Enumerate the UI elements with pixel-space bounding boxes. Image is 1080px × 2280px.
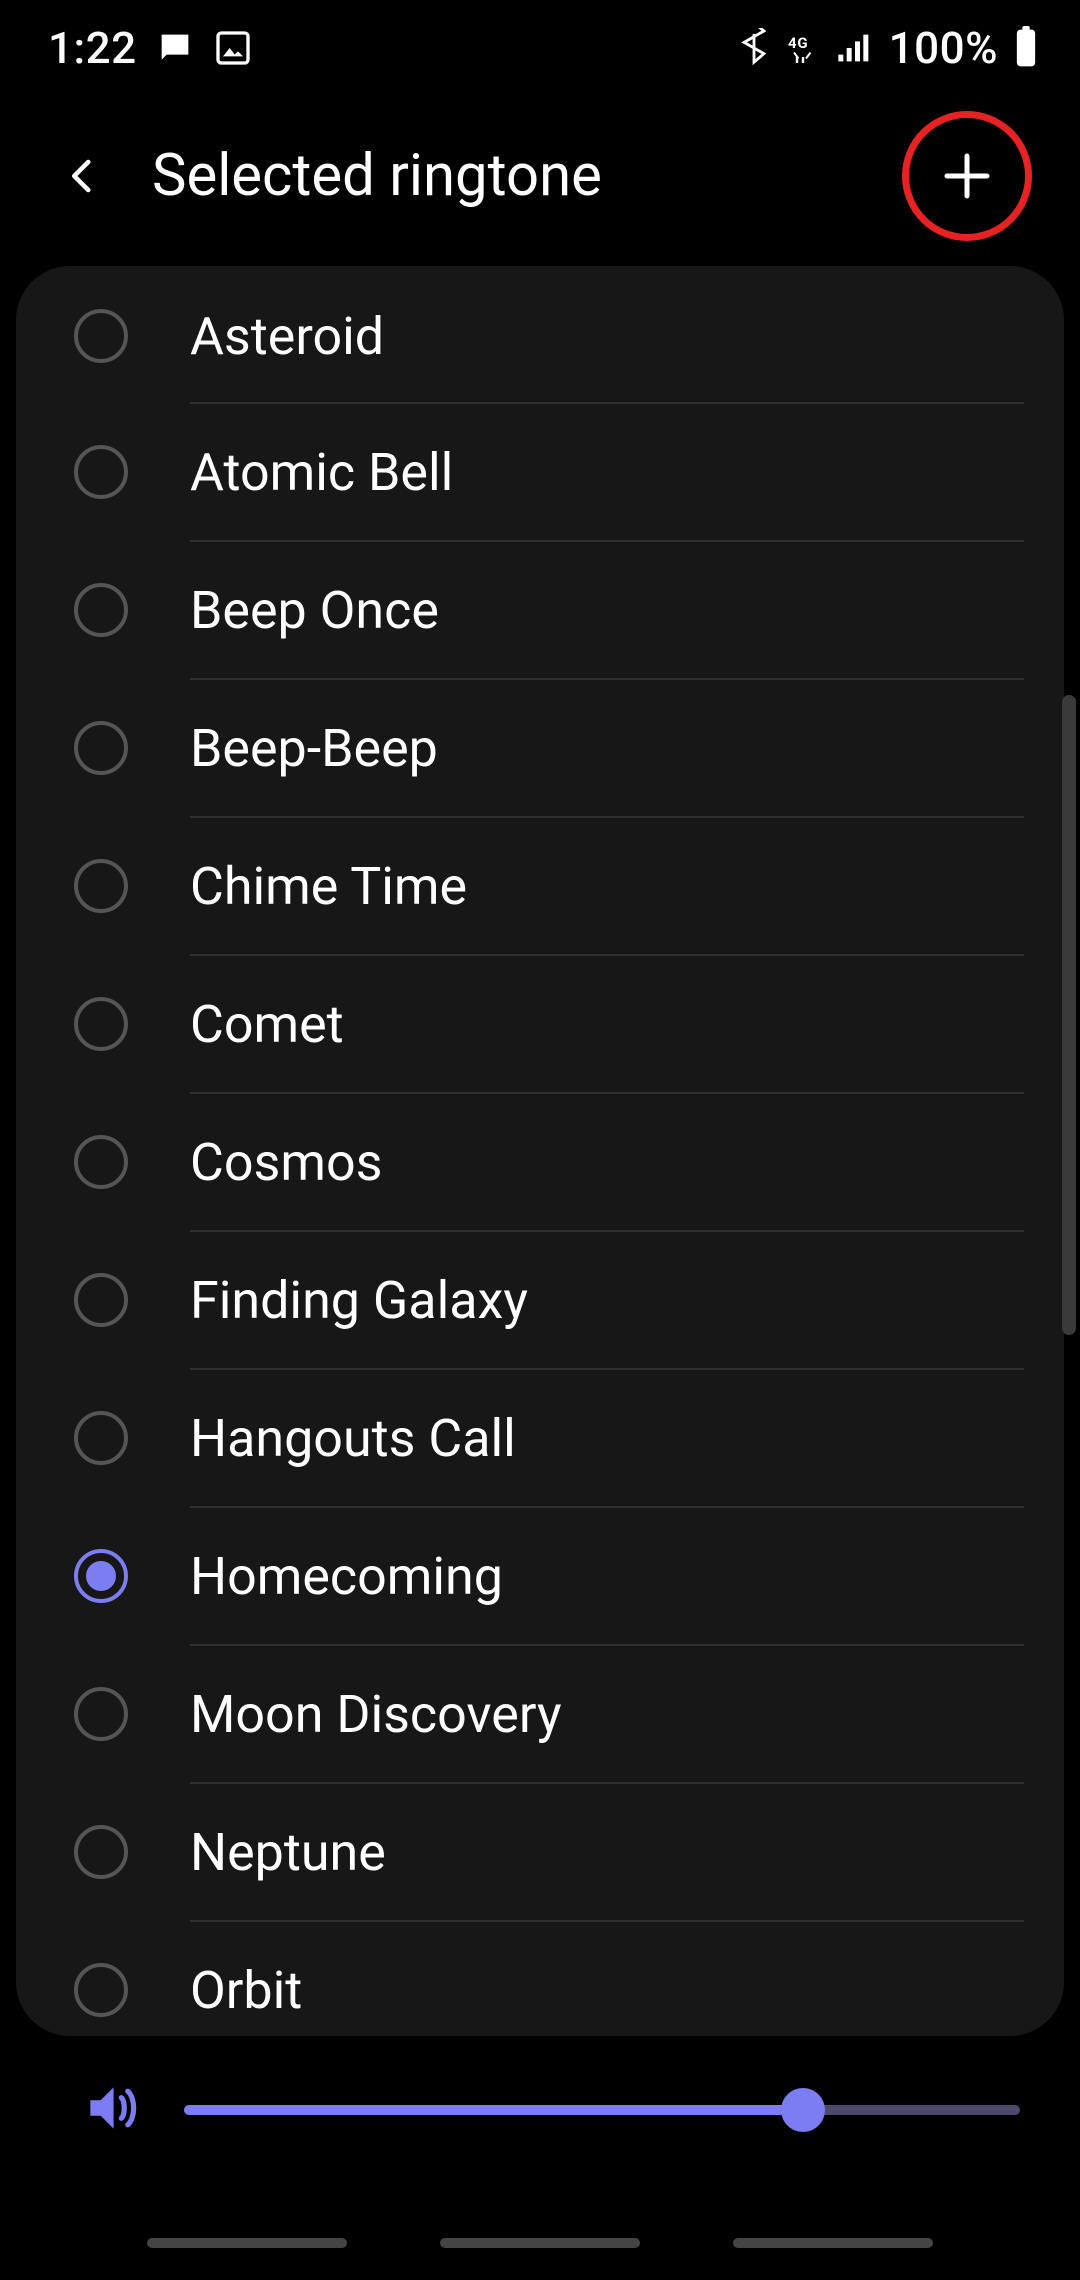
volume-slider[interactable] — [184, 2105, 1020, 2115]
battery-text: 100% — [889, 22, 998, 74]
radio-button[interactable] — [74, 1687, 128, 1741]
volume-control — [80, 2070, 1020, 2150]
status-left: 1:22 — [48, 22, 253, 74]
ringtone-label: Chime Time — [190, 856, 467, 917]
radio-button[interactable] — [74, 1549, 128, 1603]
status-bar: 1:22 4G 100% — [0, 0, 1080, 96]
ringtone-label: Asteroid — [190, 306, 384, 367]
ringtone-row[interactable]: Moon Discovery — [16, 1646, 1064, 1782]
ringtone-label: Atomic Bell — [190, 442, 453, 503]
back-button[interactable] — [48, 131, 118, 221]
ringtone-row[interactable]: Chime Time — [16, 818, 1064, 954]
page-title: Selected ringtone — [152, 142, 602, 210]
ringtone-list[interactable]: Asteroid Atomic Bell Beep Once Beep-Beep Chi… — [16, 266, 1064, 2036]
gesture-nav-bar — [0, 2228, 1080, 2258]
radio-button[interactable] — [74, 445, 128, 499]
radio-button[interactable] — [74, 859, 128, 913]
radio-button[interactable] — [74, 1411, 128, 1465]
ringtone-label: Finding Galaxy — [190, 1270, 528, 1331]
ringtone-row[interactable]: Beep Once — [16, 542, 1064, 678]
ringtone-label: Hangouts Call — [190, 1408, 516, 1469]
ringtone-row[interactable]: Orbit — [16, 1922, 1064, 2036]
ringtone-label: Orbit — [190, 1960, 302, 2021]
volume-icon — [80, 2077, 142, 2143]
image-icon — [213, 28, 253, 68]
ringtone-label: Homecoming — [190, 1546, 503, 1607]
ringtone-row[interactable]: Cosmos — [16, 1094, 1064, 1230]
status-right: 4G 100% — [737, 22, 1040, 74]
radio-button[interactable] — [74, 309, 128, 363]
bluetooth-icon — [737, 28, 771, 68]
nav-back[interactable] — [733, 2238, 933, 2248]
ringtone-label: Moon Discovery — [190, 1684, 562, 1745]
ringtone-label: Comet — [190, 994, 344, 1055]
plus-icon — [937, 146, 997, 206]
ringtone-row[interactable]: Atomic Bell — [16, 404, 1064, 540]
battery-icon — [1012, 26, 1040, 70]
radio-button[interactable] — [74, 1963, 128, 2017]
ringtone-label: Cosmos — [190, 1132, 382, 1193]
ringtone-row[interactable]: Comet — [16, 956, 1064, 1092]
ringtone-row[interactable]: Finding Galaxy — [16, 1232, 1064, 1368]
nav-recents[interactable] — [147, 2238, 347, 2248]
add-button[interactable] — [902, 111, 1032, 241]
volume-slider-fill — [184, 2105, 803, 2115]
radio-button[interactable] — [74, 1273, 128, 1327]
signal-icon — [835, 28, 875, 68]
radio-button[interactable] — [74, 583, 128, 637]
radio-button[interactable] — [74, 721, 128, 775]
radio-button[interactable] — [74, 997, 128, 1051]
nav-home[interactable] — [440, 2238, 640, 2248]
network-4g-icon: 4G — [785, 30, 821, 66]
scrollbar-thumb[interactable] — [1062, 695, 1076, 1335]
volume-slider-thumb[interactable] — [781, 2088, 825, 2132]
ringtone-label: Beep Once — [190, 580, 439, 641]
ringtone-label: Beep-Beep — [190, 718, 438, 779]
svg-text:4G: 4G — [788, 34, 808, 52]
radio-button[interactable] — [74, 1825, 128, 1879]
message-icon — [155, 28, 195, 68]
ringtone-label: Neptune — [190, 1822, 386, 1883]
ringtone-row[interactable]: Beep-Beep — [16, 680, 1064, 816]
ringtone-row[interactable]: Neptune — [16, 1784, 1064, 1920]
status-time: 1:22 — [48, 22, 137, 74]
ringtone-row[interactable]: Hangouts Call — [16, 1370, 1064, 1506]
chevron-left-icon — [62, 146, 104, 206]
ringtone-row[interactable]: Homecoming — [16, 1508, 1064, 1644]
header: Selected ringtone — [0, 96, 1080, 256]
radio-button[interactable] — [74, 1135, 128, 1189]
ringtone-row[interactable]: Asteroid — [16, 266, 1064, 402]
